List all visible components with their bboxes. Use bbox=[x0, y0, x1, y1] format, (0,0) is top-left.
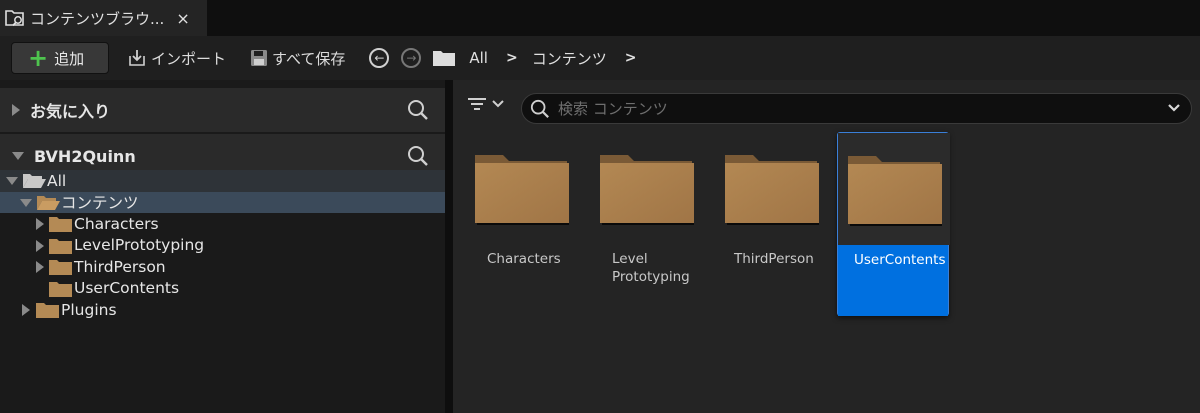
folder-thumbnail bbox=[465, 132, 577, 244]
folder-icon bbox=[600, 155, 694, 225]
tree-item-label: All bbox=[47, 171, 67, 190]
tab-content-browser[interactable]: コンテンツブラウ... × bbox=[0, 0, 207, 36]
content-browser-icon bbox=[4, 7, 26, 29]
tree-item-thirdperson[interactable]: ThirdPerson bbox=[0, 256, 445, 278]
folder-icon bbox=[475, 155, 569, 225]
collapse-arrow-icon[interactable] bbox=[6, 177, 18, 185]
folder-tile-levelprototyping[interactable]: Level Prototyping bbox=[590, 132, 702, 316]
folder-icon bbox=[848, 156, 942, 226]
arrow-right-icon: → bbox=[406, 51, 417, 65]
folder-icon bbox=[49, 260, 72, 275]
chevron-right-icon[interactable]: > bbox=[506, 50, 518, 66]
expand-arrow-icon[interactable] bbox=[22, 304, 30, 316]
add-button-label: 追加 bbox=[54, 49, 85, 68]
tree-item-contents[interactable]: コンテンツ bbox=[0, 191, 445, 213]
tab-title: コンテンツブラウ... bbox=[30, 9, 165, 28]
breadcrumb-contents[interactable]: コンテンツ bbox=[532, 48, 607, 69]
folder-thumbnail bbox=[838, 133, 950, 245]
search-icon bbox=[530, 99, 549, 118]
folder-thumbnail bbox=[590, 132, 702, 244]
tree-item-usercontents[interactable]: UserContents bbox=[0, 278, 445, 300]
folder-icon bbox=[49, 217, 72, 232]
folder-tile-thirdperson[interactable]: ThirdPerson bbox=[715, 132, 827, 316]
folder-tile-usercontents[interactable]: UserContents bbox=[837, 132, 950, 316]
favorites-header[interactable]: お気に入り bbox=[0, 88, 445, 132]
toolbar: + 追加 インポート すべて保存 ← → All > コンテンツ > bbox=[0, 36, 1200, 80]
open-folder-icon bbox=[37, 195, 60, 210]
save-all-button[interactable]: すべて保存 bbox=[250, 48, 345, 69]
tile-label: Characters bbox=[487, 251, 561, 267]
chevron-down-icon bbox=[492, 100, 504, 108]
chevron-down-icon[interactable] bbox=[1167, 102, 1181, 114]
tree-item-all[interactable]: All bbox=[0, 170, 445, 192]
folder-tree: All コンテンツ Characters LevelPrototyping Th… bbox=[0, 170, 445, 321]
import-button[interactable]: インポート bbox=[127, 48, 226, 69]
sources-panel: お気に入り BVH2Quinn All コンテンツ Characters Lev… bbox=[0, 80, 445, 413]
breadcrumb-all[interactable]: All bbox=[469, 49, 488, 67]
tree-item-characters[interactable]: Characters bbox=[0, 213, 445, 235]
chevron-right-icon[interactable]: > bbox=[625, 50, 637, 66]
search-icon[interactable] bbox=[407, 99, 429, 121]
folder-icon bbox=[49, 281, 72, 297]
tree-item-label: ThirdPerson bbox=[74, 257, 166, 276]
tab-close-button[interactable]: × bbox=[176, 9, 189, 28]
import-icon bbox=[129, 50, 145, 66]
back-button[interactable]: ← bbox=[369, 48, 390, 68]
tree-item-label: Characters bbox=[74, 214, 159, 233]
tree-item-label: Plugins bbox=[61, 300, 117, 319]
asset-view: Characters Level Prototyping ThirdPerson bbox=[453, 80, 1200, 413]
import-label: インポート bbox=[151, 49, 227, 68]
forward-button[interactable]: → bbox=[401, 48, 422, 68]
tree-item-label: LevelPrototyping bbox=[74, 236, 205, 255]
folder-tile-characters[interactable]: Characters bbox=[465, 132, 577, 316]
filter-button[interactable] bbox=[467, 96, 505, 112]
tree-item-label: コンテンツ bbox=[61, 194, 139, 213]
expand-arrow-icon[interactable] bbox=[36, 239, 44, 252]
add-button[interactable]: + 追加 bbox=[11, 42, 109, 74]
tile-label: ThirdPerson bbox=[734, 251, 814, 267]
plus-icon: + bbox=[28, 44, 49, 72]
filter-icon bbox=[468, 98, 486, 110]
search-field[interactable] bbox=[521, 93, 1192, 124]
folder-thumbnail bbox=[715, 132, 827, 244]
search-icon[interactable] bbox=[407, 145, 429, 167]
expand-arrow-icon[interactable] bbox=[36, 261, 44, 273]
tree-item-levelprototyping[interactable]: LevelPrototyping bbox=[0, 235, 445, 257]
favorites-title: お気に入り bbox=[30, 102, 111, 121]
tree-item-label: UserContents bbox=[74, 279, 180, 298]
panel-splitter[interactable] bbox=[445, 80, 453, 413]
project-title: BVH2Quinn bbox=[34, 146, 136, 166]
tile-label: UserContents bbox=[854, 252, 946, 268]
search-input[interactable] bbox=[558, 99, 1138, 118]
tree-item-plugins[interactable]: Plugins bbox=[0, 299, 445, 321]
expand-arrow-icon[interactable] bbox=[12, 104, 20, 116]
collapse-arrow-icon[interactable] bbox=[12, 152, 24, 160]
folder-icon bbox=[725, 155, 819, 225]
folder-icon bbox=[36, 303, 59, 318]
collapse-arrow-icon[interactable] bbox=[20, 198, 32, 207]
tile-label: Level Prototyping bbox=[612, 251, 690, 285]
folder-icon bbox=[49, 238, 72, 254]
save-all-label: すべて保存 bbox=[272, 49, 346, 68]
open-folder-icon bbox=[23, 174, 46, 188]
save-icon bbox=[251, 50, 268, 66]
tab-bar: コンテンツブラウ... × bbox=[0, 0, 1200, 36]
expand-arrow-icon[interactable] bbox=[36, 218, 44, 230]
arrow-left-icon: ← bbox=[374, 51, 385, 65]
folder-icon bbox=[433, 51, 456, 66]
